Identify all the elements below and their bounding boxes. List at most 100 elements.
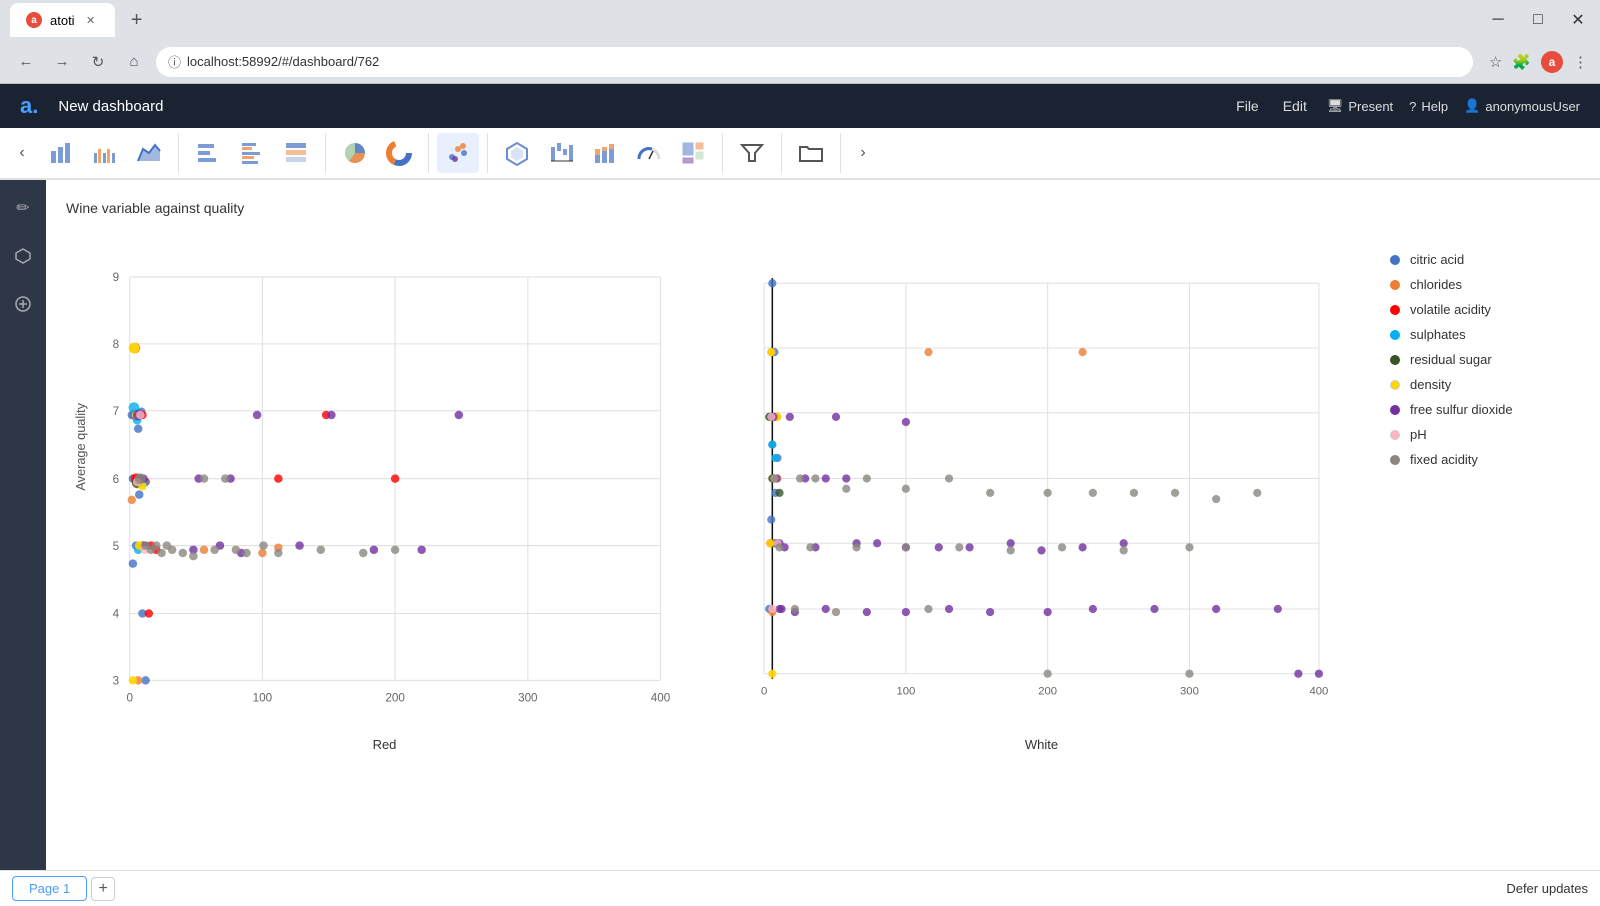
defer-updates-button[interactable]: Defer updates (1506, 881, 1588, 896)
stacked-button[interactable] (584, 133, 626, 173)
edit-menu[interactable]: Edit (1283, 98, 1307, 114)
present-button[interactable]: 🖥 Present (1327, 98, 1393, 114)
profile-icon[interactable]: a (1541, 51, 1563, 73)
svg-text:0: 0 (126, 692, 133, 705)
minimize-button[interactable]: ─ (1486, 8, 1510, 32)
legend-residual-sugar: residual sugar (1390, 352, 1570, 367)
sidebar-add-icon[interactable] (7, 288, 39, 320)
legend-ph: pH (1390, 427, 1570, 442)
legend-density: density (1390, 377, 1570, 392)
legend-fixed-acidity-dot (1390, 455, 1400, 465)
scatter-button[interactable] (437, 133, 479, 173)
help-button[interactable]: ? Help (1409, 99, 1448, 114)
svg-text:9: 9 (113, 271, 119, 284)
window-controls: ─ □ ✕ (1486, 8, 1590, 32)
pie-chart-group (334, 133, 429, 173)
help-icon: ? (1409, 99, 1416, 114)
svg-text:400: 400 (651, 692, 671, 705)
back-button[interactable]: ← (12, 48, 40, 76)
treemap-button[interactable] (672, 133, 714, 173)
chart-title: Wine variable against quality (66, 200, 1580, 216)
extensions-icon[interactable]: 🧩 (1512, 53, 1531, 71)
svg-text:7: 7 (113, 405, 119, 418)
svg-text:400: 400 (1309, 685, 1328, 697)
svg-text:8: 8 (113, 338, 119, 351)
legend-sulphates: sulphates (1390, 327, 1570, 342)
legend-density-label: density (1410, 377, 1451, 392)
hbar3-button[interactable] (275, 133, 317, 173)
legend-sulphates-label: sulphates (1410, 327, 1466, 342)
tab-favicon: a (26, 12, 42, 28)
legend-panel: citric acid chlorides volatile acidity s… (1380, 232, 1580, 752)
charts-container: Average quality (66, 232, 1580, 752)
tab-close-button[interactable]: ✕ (83, 12, 99, 28)
tab-title: atoti (50, 13, 75, 28)
reload-button[interactable]: ↻ (84, 48, 112, 76)
chart-toolbar: ‹ (0, 128, 1600, 180)
folder-button[interactable] (790, 133, 832, 173)
sidebar-widget-icon[interactable] (7, 240, 39, 272)
new-tab-button[interactable]: + (123, 6, 151, 34)
donut-button[interactable] (378, 133, 420, 173)
bookmark-icon[interactable]: ☆ (1489, 53, 1502, 71)
polygon-button[interactable] (496, 133, 538, 173)
bar-chart-group (40, 133, 179, 173)
folder-group (790, 133, 841, 173)
sidebar-edit-icon[interactable]: ✏ (7, 192, 39, 224)
red-wine-chart-area: Average quality (66, 232, 703, 725)
menu-icon[interactable]: ⋮ (1573, 53, 1588, 71)
page-1-tab[interactable]: Page 1 (12, 876, 87, 901)
white-wine-chart: 0 100 200 300 400 (723, 232, 1360, 752)
toolbar-next[interactable]: › (849, 139, 877, 167)
user-icon: 👤 (1464, 98, 1480, 114)
waterfall-button[interactable] (540, 133, 582, 173)
legend-chlorides-dot (1390, 280, 1400, 290)
browser-action-icons: ☆ 🧩 a ⋮ (1489, 51, 1588, 73)
bar-chart-button[interactable] (40, 133, 82, 173)
content-area: Wine variable against quality Average qu… (46, 180, 1600, 870)
legend-citric-acid-label: citric acid (1410, 252, 1464, 267)
svg-text:200: 200 (1038, 685, 1057, 697)
legend-free-sulfur-dioxide-label: free sulfur dioxide (1410, 402, 1513, 417)
browser-tab[interactable]: a atoti ✕ (10, 3, 115, 37)
grouped-bar-button[interactable] (84, 133, 126, 173)
forward-button[interactable]: → (48, 48, 76, 76)
hbar-button[interactable] (187, 133, 229, 173)
svg-text:0: 0 (761, 685, 767, 697)
home-button[interactable]: ⌂ (120, 48, 148, 76)
toolbar-prev[interactable]: ‹ (8, 139, 36, 167)
bottom-bar: Page 1 + Defer updates (0, 870, 1600, 906)
white-wine-scatter: 0 100 200 300 400 (723, 232, 1360, 725)
user-menu[interactable]: 👤 anonymousUser (1464, 98, 1580, 114)
add-page-button[interactable]: + (91, 877, 115, 901)
app-actions: 🖥 Present ? Help 👤 anonymousUser (1327, 98, 1580, 114)
svg-text:Average quality: Average quality (73, 402, 88, 490)
legend-citric-acid-dot (1390, 255, 1400, 265)
hbar2-button[interactable] (231, 133, 273, 173)
file-menu[interactable]: File (1236, 98, 1259, 114)
svg-text:6: 6 (113, 473, 119, 486)
legend-density-dot (1390, 380, 1400, 390)
svg-text:3: 3 (113, 675, 119, 688)
gauge-button[interactable] (628, 133, 670, 173)
app-header: a. New dashboard File Edit 🖥 Present ? H… (0, 84, 1600, 128)
legend-residual-sugar-label: residual sugar (1410, 352, 1492, 367)
url-text: localhost:58992/#/dashboard/762 (187, 54, 1461, 69)
maximize-button[interactable]: □ (1526, 8, 1550, 32)
area-chart-button[interactable] (128, 133, 170, 173)
close-button[interactable]: ✕ (1566, 8, 1590, 32)
pie-button[interactable] (334, 133, 376, 173)
hbar-chart-group (187, 133, 326, 173)
white-wine-chart-area: 0 100 200 300 400 (723, 232, 1360, 725)
svg-text:300: 300 (1180, 685, 1199, 697)
svg-text:300: 300 (518, 692, 538, 705)
red-wine-label: Red (66, 729, 703, 752)
legend-volatile-acidity-label: volatile acidity (1410, 302, 1491, 317)
present-icon: 🖥 (1327, 98, 1344, 114)
svg-text:5: 5 (113, 540, 119, 553)
filter-button[interactable] (731, 133, 773, 173)
legend-ph-label: pH (1410, 427, 1427, 442)
address-bar[interactable]: ⓘ localhost:58992/#/dashboard/762 (156, 47, 1473, 77)
legend-citric-acid: citric acid (1390, 252, 1570, 267)
legend-chlorides: chlorides (1390, 277, 1570, 292)
